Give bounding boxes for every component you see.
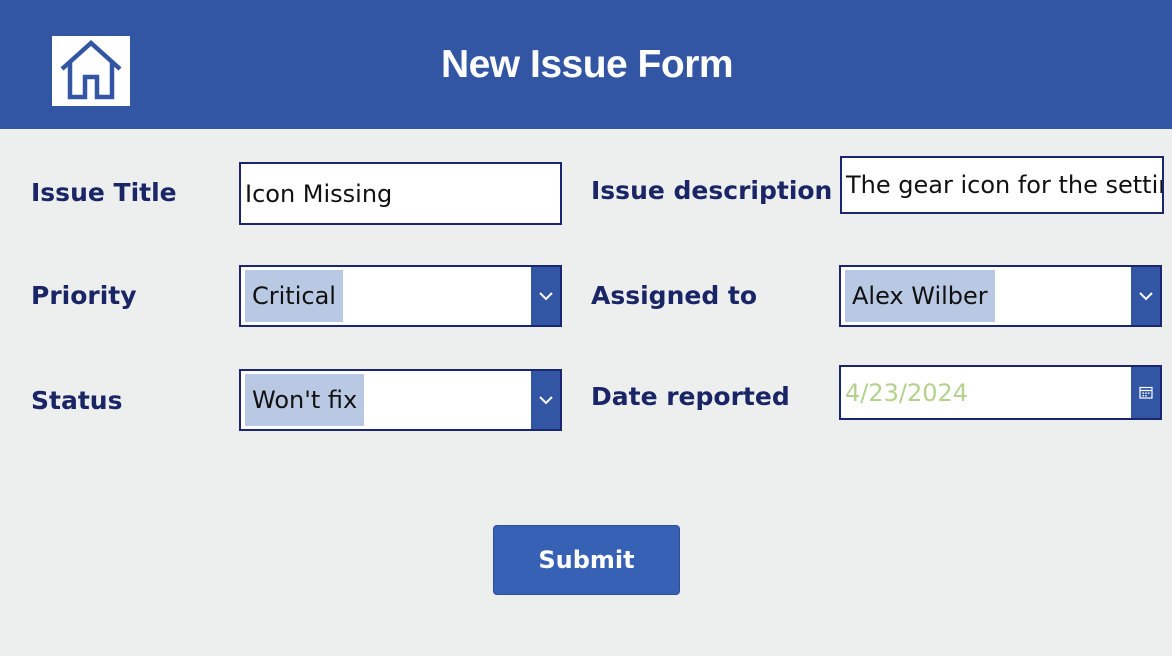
status-label: Status <box>31 386 123 415</box>
issue-title-value: Icon Missing <box>245 179 393 208</box>
issue-description-value: The gear icon for the settin <box>846 171 1164 199</box>
chevron-down-icon[interactable] <box>531 371 560 429</box>
submit-button[interactable]: Submit <box>493 525 680 595</box>
issue-title-input[interactable]: Icon Missing <box>239 162 562 225</box>
assigned-to-label: Assigned to <box>591 281 758 310</box>
issue-title-label: Issue Title <box>31 178 177 207</box>
assigned-to-selected-value: Alex Wilber <box>845 270 995 322</box>
assigned-to-dropdown[interactable]: Alex Wilber <box>839 265 1162 327</box>
issue-description-label: Issue description <box>591 176 833 205</box>
home-button[interactable] <box>52 36 130 106</box>
date-reported-label: Date reported <box>591 382 790 411</box>
page-title: New Issue Form <box>440 42 734 86</box>
chevron-down-icon[interactable] <box>531 267 560 325</box>
date-reported-picker[interactable]: 4/23/2024 <box>839 365 1162 420</box>
priority-label: Priority <box>31 281 137 310</box>
chevron-down-icon[interactable] <box>1131 267 1160 325</box>
status-selected-value: Won't fix <box>245 374 365 426</box>
header-bar: New Issue Form <box>0 0 1172 129</box>
calendar-icon[interactable] <box>1131 367 1160 418</box>
date-reported-value: 4/23/2024 <box>845 378 969 407</box>
status-dropdown[interactable]: Won't fix <box>239 369 562 431</box>
priority-dropdown[interactable]: Critical <box>239 265 562 327</box>
priority-selected-value: Critical <box>245 270 343 322</box>
home-icon <box>57 37 125 105</box>
issue-description-input[interactable]: The gear icon for the settin <box>840 156 1164 214</box>
